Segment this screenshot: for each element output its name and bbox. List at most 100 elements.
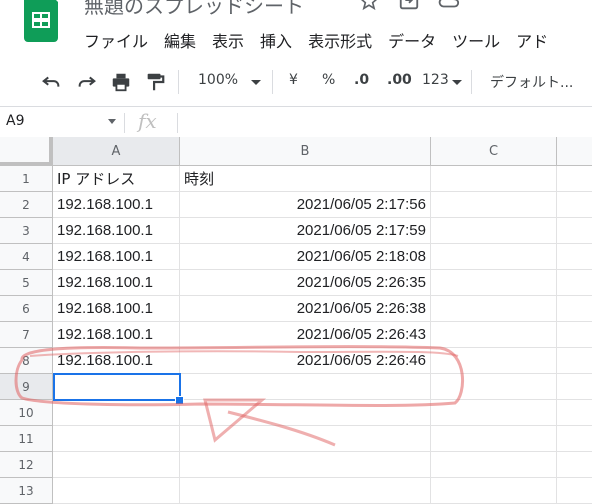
- paint-format-button[interactable]: [144, 71, 166, 97]
- font-select[interactable]: デフォルト...: [490, 72, 573, 92]
- cell-c1[interactable]: [431, 166, 557, 192]
- cell-c2[interactable]: [431, 192, 557, 218]
- cell-c13[interactable]: [431, 478, 557, 504]
- row-header-11[interactable]: 11: [0, 426, 53, 452]
- menu-format[interactable]: 表示形式: [308, 28, 372, 52]
- cell-d12[interactable]: [557, 452, 592, 478]
- cell-a2[interactable]: 192.168.100.1: [53, 192, 180, 218]
- active-cell-selection[interactable]: [53, 373, 181, 401]
- cell-b11[interactable]: [180, 426, 431, 452]
- cell-c5[interactable]: [431, 270, 557, 296]
- row-header-8[interactable]: 8: [0, 348, 53, 374]
- cell-a3[interactable]: 192.168.100.1: [53, 218, 180, 244]
- redo-button[interactable]: [76, 71, 98, 97]
- cell-a4[interactable]: 192.168.100.1: [53, 244, 180, 270]
- row-header-5[interactable]: 5: [0, 270, 53, 296]
- cell-d2[interactable]: [557, 192, 592, 218]
- select-all-corner[interactable]: [0, 137, 53, 166]
- cell-b2[interactable]: 2021/06/05 2:17:56: [180, 192, 431, 218]
- increase-decimal-button[interactable]: .00: [387, 72, 412, 88]
- name-box[interactable]: A9: [6, 113, 24, 129]
- cell-b4[interactable]: 2021/06/05 2:18:08: [180, 244, 431, 270]
- cell-d4[interactable]: [557, 244, 592, 270]
- menu-addons[interactable]: アド: [516, 28, 548, 52]
- cell-b1[interactable]: 時刻: [180, 166, 431, 192]
- cell-a12[interactable]: [53, 452, 180, 478]
- row-header-12[interactable]: 12: [0, 452, 53, 478]
- formula-input[interactable]: [184, 113, 584, 133]
- cell-b7[interactable]: 2021/06/05 2:26:43: [180, 322, 431, 348]
- cell-b12[interactable]: [180, 452, 431, 478]
- cell-a13[interactable]: [53, 478, 180, 504]
- row-header-6[interactable]: 6: [0, 296, 53, 322]
- cell-d5[interactable]: [557, 270, 592, 296]
- star-icon[interactable]: [358, 0, 380, 12]
- undo-button[interactable]: [40, 71, 62, 97]
- menu-file[interactable]: ファイル: [84, 28, 148, 52]
- column-header-a[interactable]: A: [53, 137, 180, 166]
- row-header-4[interactable]: 4: [0, 244, 53, 270]
- cell-a1[interactable]: IP アドレス: [53, 166, 180, 192]
- cell-d1[interactable]: [557, 166, 592, 192]
- cell-c3[interactable]: [431, 218, 557, 244]
- cell-b3[interactable]: 2021/06/05 2:17:59: [180, 218, 431, 244]
- cell-d7[interactable]: [557, 322, 592, 348]
- number-format-dropdown-icon[interactable]: [452, 80, 462, 85]
- cell-d8[interactable]: [557, 348, 592, 374]
- cell-b8[interactable]: 2021/06/05 2:26:46: [180, 348, 431, 374]
- cell-d3[interactable]: [557, 218, 592, 244]
- cell-c12[interactable]: [431, 452, 557, 478]
- percent-format-button[interactable]: %: [322, 72, 335, 88]
- row-header-13[interactable]: 13: [0, 478, 53, 504]
- cell-a5[interactable]: 192.168.100.1: [53, 270, 180, 296]
- cell-b6[interactable]: 2021/06/05 2:26:38: [180, 296, 431, 322]
- row-header-9[interactable]: 9: [0, 374, 53, 400]
- cell-b5[interactable]: 2021/06/05 2:26:35: [180, 270, 431, 296]
- cell-a6[interactable]: 192.168.100.1: [53, 296, 180, 322]
- column-header-b[interactable]: B: [180, 137, 431, 166]
- cell-d10[interactable]: [557, 400, 592, 426]
- row-header-7[interactable]: 7: [0, 322, 53, 348]
- name-box-dropdown-icon[interactable]: [108, 119, 116, 124]
- sheets-logo-icon[interactable]: [24, 0, 58, 42]
- zoom-dropdown-icon[interactable]: [251, 80, 261, 85]
- column-header-d[interactable]: [557, 137, 592, 166]
- cell-c6[interactable]: [431, 296, 557, 322]
- zoom-select[interactable]: 100%: [198, 72, 238, 88]
- cell-c4[interactable]: [431, 244, 557, 270]
- menu-insert[interactable]: 挿入: [260, 28, 292, 52]
- cell-c7[interactable]: [431, 322, 557, 348]
- decrease-decimal-button[interactable]: .0: [354, 72, 369, 88]
- row-header-3[interactable]: 3: [0, 218, 53, 244]
- cell-b9[interactable]: [180, 374, 431, 400]
- cell-c9[interactable]: [431, 374, 557, 400]
- cell-d11[interactable]: [557, 426, 592, 452]
- cell-b13[interactable]: [180, 478, 431, 504]
- cell-a8[interactable]: 192.168.100.1: [53, 348, 180, 374]
- document-title[interactable]: 無題のスプレッドシート: [84, 0, 304, 19]
- row-header-1[interactable]: 1: [0, 166, 53, 192]
- cell-d13[interactable]: [557, 478, 592, 504]
- row-header-2[interactable]: 2: [0, 192, 53, 218]
- column-header-c[interactable]: C: [431, 137, 557, 166]
- menu-tools[interactable]: ツール: [452, 28, 500, 52]
- row-header-10[interactable]: 10: [0, 400, 53, 426]
- cell-d6[interactable]: [557, 296, 592, 322]
- cell-c10[interactable]: [431, 400, 557, 426]
- cell-c8[interactable]: [431, 348, 557, 374]
- menu-view[interactable]: 表示: [212, 28, 244, 52]
- cloud-status-icon[interactable]: [438, 0, 460, 12]
- currency-format-button[interactable]: ¥: [289, 72, 298, 88]
- cell-c11[interactable]: [431, 426, 557, 452]
- menu-data[interactable]: データ: [388, 28, 436, 52]
- cell-a11[interactable]: [53, 426, 180, 452]
- cell-b10[interactable]: [180, 400, 431, 426]
- fill-handle[interactable]: [175, 396, 184, 405]
- print-button[interactable]: [110, 71, 132, 97]
- cell-a7[interactable]: 192.168.100.1: [53, 322, 180, 348]
- cell-d9[interactable]: [557, 374, 592, 400]
- menu-edit[interactable]: 編集: [164, 28, 196, 52]
- cell-a10[interactable]: [53, 400, 180, 426]
- move-to-folder-icon[interactable]: [398, 0, 420, 12]
- number-format-select[interactable]: 123: [422, 72, 449, 88]
